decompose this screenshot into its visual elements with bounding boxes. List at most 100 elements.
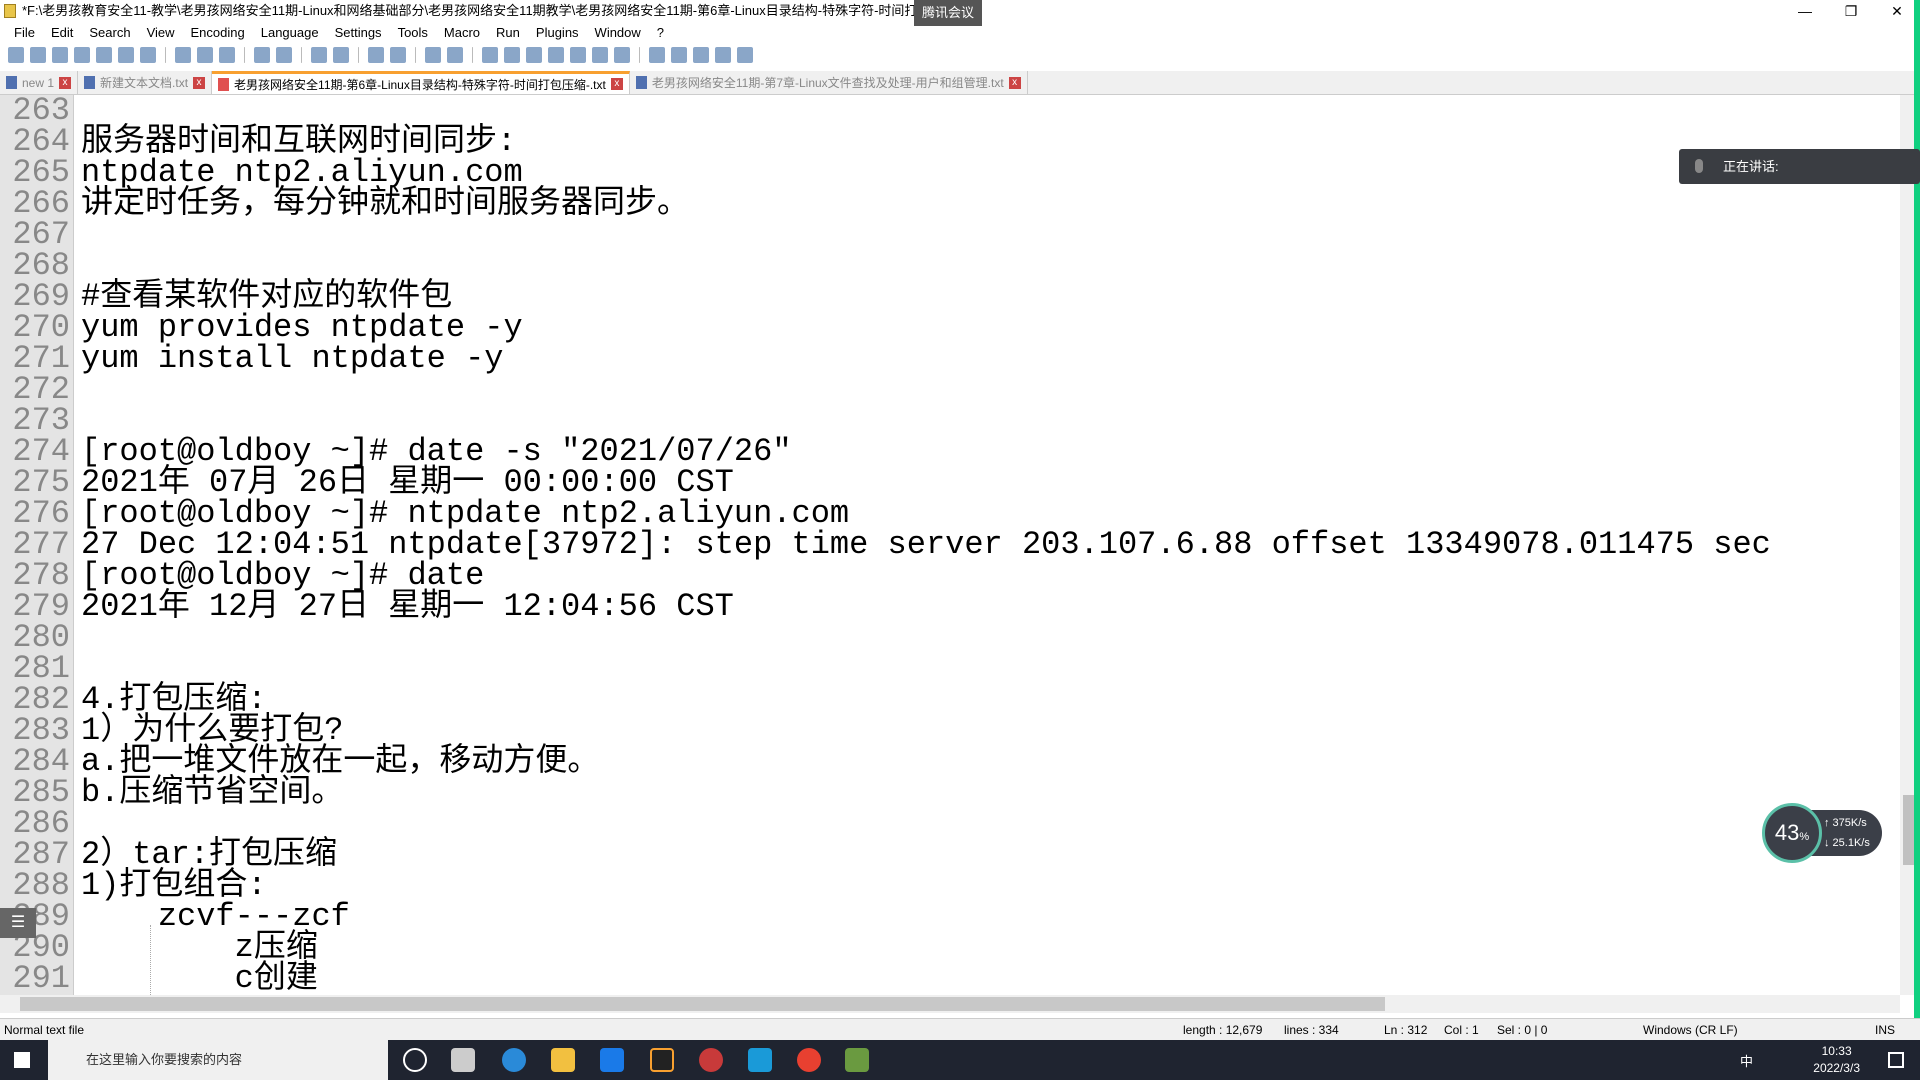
taskbar-search-input[interactable]: 在这里输入你要搜索的内容	[48, 1040, 388, 1080]
menu-macro[interactable]: Macro	[436, 22, 488, 43]
code-line: 263	[0, 95, 1900, 127]
line-text: yum provides ntpdate -y	[81, 309, 523, 346]
toolbar-button-icon[interactable]	[30, 47, 46, 63]
code-line: 273	[0, 405, 1900, 437]
title-bar: *F:\老男孩教育安全11-教学\老男孩网络安全11期-Linux和网络基础部分…	[0, 0, 1920, 26]
notepad-plus-plus-icon[interactable]	[845, 1048, 869, 1072]
toolbar-button-icon[interactable]	[175, 47, 191, 63]
clock[interactable]: 10:33 2022/3/3	[1813, 1043, 1860, 1077]
toolbar-button-icon[interactable]	[140, 47, 156, 63]
line-number: 266	[12, 185, 70, 222]
toolbar-button-icon[interactable]	[425, 47, 441, 63]
minimize-button[interactable]: —	[1782, 0, 1828, 22]
toolbar-button-icon[interactable]	[570, 47, 586, 63]
code-line: 284 a.把一堆文件放在一起，移动方便。	[0, 746, 1900, 778]
tab-2[interactable]: 老男孩网络安全11期-第6章-Linux目录结构-特殊字符-时间打包压缩-.tx…	[212, 71, 630, 94]
toolbar-button-icon[interactable]	[548, 47, 564, 63]
toolbar-button-icon[interactable]	[118, 47, 134, 63]
toolbar-button-icon[interactable]	[671, 47, 687, 63]
ime-indicator[interactable]: 中	[1740, 1051, 1753, 1070]
close-tab-icon[interactable]: x	[610, 78, 623, 90]
toolbar-button-icon[interactable]	[649, 47, 665, 63]
task-view-icon[interactable]	[451, 1048, 475, 1072]
toolbar-button-icon[interactable]	[368, 47, 384, 63]
status-bar: Normal text file length : 12,679 lines :…	[0, 1018, 1920, 1040]
toolbar-button-icon[interactable]	[219, 47, 235, 63]
line-text: [root@oldboy ~]# date -s "2021/07/26"	[81, 433, 792, 470]
menu-run[interactable]: Run	[488, 22, 528, 43]
edge-icon[interactable]	[502, 1048, 526, 1072]
menu-language[interactable]: Language	[253, 22, 327, 43]
code-line: 271 yum install ntpdate -y	[0, 340, 1900, 377]
menu-edit[interactable]: Edit	[43, 22, 81, 43]
menu-settings[interactable]: Settings	[327, 22, 390, 43]
toolbar-button-icon[interactable]	[8, 47, 24, 63]
code-line: 282 4.打包压缩:	[0, 684, 1900, 716]
time: 10:33	[1821, 1044, 1852, 1058]
toolbar-button-icon[interactable]	[276, 47, 292, 63]
microphone-icon	[1695, 159, 1703, 173]
toolbar-button-icon[interactable]	[197, 47, 213, 63]
toolbar-button-icon[interactable]	[737, 47, 753, 63]
app-icon[interactable]	[699, 1048, 723, 1072]
menu-tools[interactable]: Tools	[390, 22, 436, 43]
app-icon[interactable]	[748, 1048, 772, 1072]
line-number: 281	[12, 650, 70, 687]
tab-1[interactable]: 新建文本文档.txt x	[78, 71, 213, 94]
toolbar-button-icon[interactable]	[504, 47, 520, 63]
toolbar-button-icon[interactable]	[526, 47, 542, 63]
qq-icon[interactable]	[650, 1048, 674, 1072]
menu-view[interactable]: View	[139, 22, 183, 43]
line-text: [root@oldboy ~]# date	[81, 557, 485, 594]
menu-search[interactable]: Search	[81, 22, 138, 43]
close-tab-icon[interactable]: x	[59, 76, 72, 89]
menu-encoding[interactable]: Encoding	[183, 22, 253, 43]
code-line: 277 27 Dec 12:04:51 ntpdate[37972]: step …	[0, 526, 1900, 563]
code-line: 267	[0, 219, 1900, 251]
toolbar-button-icon[interactable]	[715, 47, 731, 63]
list-menu-icon[interactable]: ☰	[0, 908, 36, 938]
notification-icon[interactable]	[1888, 1052, 1904, 1068]
toolbar-button-icon[interactable]	[693, 47, 709, 63]
toolbar-button-icon[interactable]	[254, 47, 270, 63]
tab-3[interactable]: 老男孩网络安全11期-第7章-Linux文件查找及处理-用户和组管理.txt x	[630, 71, 1028, 94]
toolbar-button-icon[interactable]	[390, 47, 406, 63]
window-title: *F:\老男孩教育安全11-教学\老男孩网络安全11期-Linux和网络基础部分…	[22, 3, 979, 18]
menu-help[interactable]: ?	[649, 22, 672, 43]
app-icon[interactable]	[600, 1048, 624, 1072]
file-explorer-icon[interactable]	[551, 1048, 575, 1072]
menu-window[interactable]: Window	[587, 22, 649, 43]
menu-file[interactable]: File	[6, 22, 43, 43]
line-number: 265	[12, 154, 70, 191]
horizontal-scrollbar[interactable]	[0, 995, 1900, 1013]
line-number: 276	[12, 495, 70, 532]
toolbar	[0, 43, 1920, 67]
toolbar-button-icon[interactable]	[592, 47, 608, 63]
cortana-icon[interactable]	[403, 1048, 427, 1072]
toolbar-button-icon[interactable]	[74, 47, 90, 63]
code-line: 278 [root@oldboy ~]# date	[0, 557, 1900, 594]
close-tab-icon[interactable]: x	[193, 76, 206, 89]
toolbar-button-icon[interactable]	[52, 47, 68, 63]
windows-start-icon[interactable]	[14, 1052, 30, 1068]
toolbar-button-icon[interactable]	[482, 47, 498, 63]
toolbar-button-icon[interactable]	[311, 47, 327, 63]
toolbar-separator	[301, 47, 302, 63]
line-text: yum install ntpdate -y	[81, 340, 504, 377]
scroll-thumb[interactable]	[20, 997, 1385, 1011]
line-number: 280	[12, 619, 70, 656]
menu-plugins[interactable]: Plugins	[528, 22, 587, 43]
code-line: 287 2）tar:打包压缩	[0, 839, 1900, 871]
upload-speed: ↑ 375K/s	[1824, 817, 1867, 829]
line-text: 27 Dec 12:04:51 ntpdate[37972]: step tim…	[81, 526, 1771, 563]
toolbar-button-icon[interactable]	[614, 47, 630, 63]
toolbar-button-icon[interactable]	[333, 47, 349, 63]
toolbar-button-icon[interactable]	[96, 47, 112, 63]
editor[interactable]: 263 264 服务器时间和互联网时间同步: 265 ntpdate ntp2.aliy…	[0, 95, 1900, 995]
tab-0[interactable]: new 1 x	[0, 71, 79, 94]
maximize-button[interactable]: ❐	[1828, 0, 1874, 22]
chrome-icon[interactable]	[797, 1048, 821, 1072]
toolbar-button-icon[interactable]	[447, 47, 463, 63]
close-tab-icon[interactable]: x	[1008, 76, 1021, 89]
cpu-gauge[interactable]: 43%	[1762, 803, 1822, 863]
